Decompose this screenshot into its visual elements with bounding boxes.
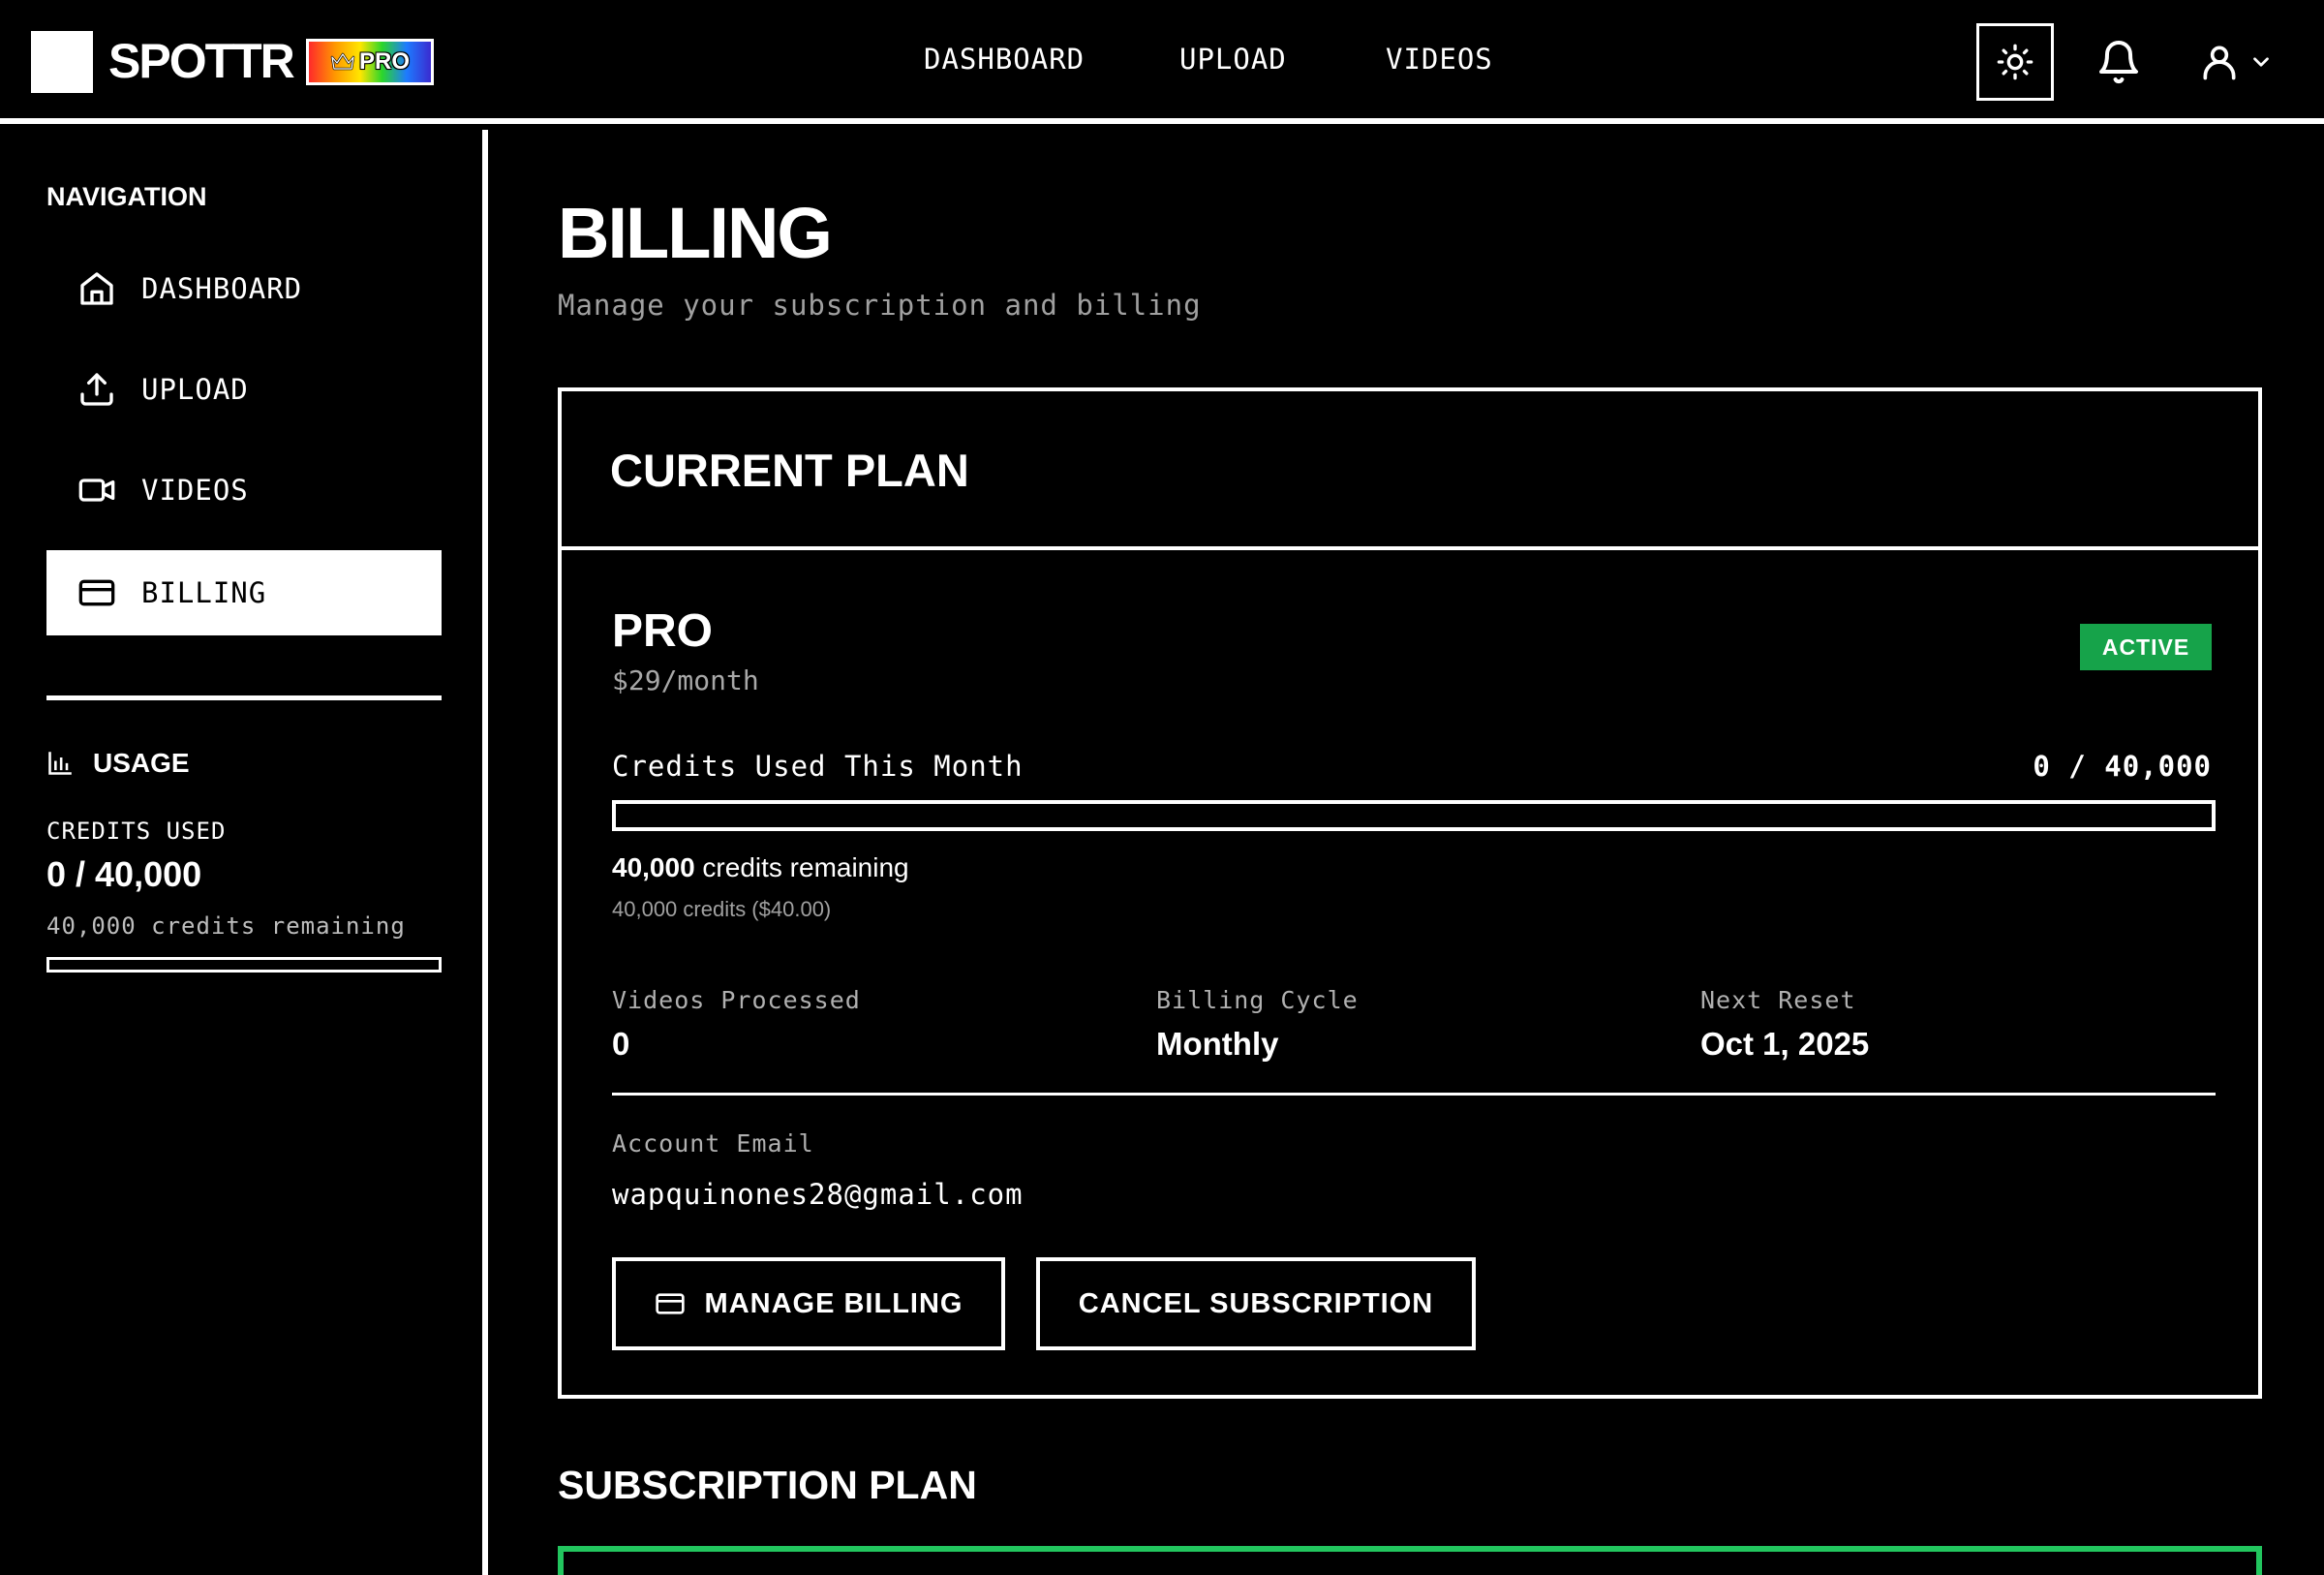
current-plan-card: CURRENT PLAN PRO $29/month ACTIVE Credit… [558,387,2262,1399]
credits-remaining-detail: 40,000 credits ($40.00) [612,897,832,921]
current-plan-header: CURRENT PLAN [562,391,2258,550]
sidebar-item-dashboard[interactable]: DASHBOARD [46,246,442,331]
stat-label: Next Reset [1700,986,1856,1014]
sidebar-item-upload[interactable]: UPLOAD [46,347,442,432]
credits-used-label: CREDITS USED [46,818,227,845]
credits-progress-bar [612,800,2216,831]
sidebar-item-label: UPLOAD [141,373,249,406]
topnav-upload[interactable]: UPLOAD [1179,43,1287,76]
crown-icon [330,52,355,71]
stats-divider [612,1093,2216,1096]
theme-toggle-button[interactable] [1976,23,2054,101]
status-badge: ACTIVE [2080,624,2212,670]
sun-icon [1997,44,2034,80]
stat-label: Videos Processed [612,986,861,1014]
stat-value: Oct 1, 2025 [1700,1026,1870,1062]
page-title: BILLING [558,193,833,273]
sidebar-item-videos[interactable]: VIDEOS [46,448,442,533]
pro-badge: PRO [306,39,434,85]
credits-remaining-summary: 40,000 credits remaining [612,852,909,883]
stat-label: Billing Cycle [1156,986,1359,1014]
video-icon [78,479,115,502]
credits-used-value: 0 / 40,000 [46,854,202,894]
manage-billing-button[interactable]: MANAGE BILLING [612,1257,1005,1350]
credits-usage-count: 0 / 40,000 [2033,750,2212,783]
credits-usage-label: Credits Used This Month [612,750,1024,783]
bar-chart-icon [48,752,72,775]
chevron-down-icon [2253,57,2269,67]
logo-icon[interactable] [31,31,93,93]
cancel-subscription-label: CANCEL SUBSCRIPTION [1078,1287,1434,1319]
subscription-plan-card [558,1546,2262,1575]
current-plan-heading: CURRENT PLAN [610,445,969,496]
plan-price: $29/month [612,664,759,696]
bell-icon[interactable] [2095,39,2142,85]
manage-billing-label: MANAGE BILLING [704,1287,963,1319]
top-bar: SPOTTR PRO DASHBOARD UPLOAD VIDEOS [0,0,2324,124]
sidebar-heading: NAVIGATION [46,182,207,211]
sidebar-item-label: BILLING [141,576,267,609]
sidebar-item-label: DASHBOARD [141,272,303,305]
sidebar-item-label: VIDEOS [141,474,249,507]
upload-icon [80,373,113,406]
credits-remaining: 40,000 credits remaining [46,912,406,940]
topnav-dashboard[interactable]: DASHBOARD [924,43,1085,76]
stat-value: Monthly [1156,1026,1279,1062]
pro-badge-label: PRO [358,48,410,75]
sidebar-divider [46,695,442,700]
credits-remaining-text: credits remaining [694,852,909,882]
usage-title: USAGE [93,748,190,778]
page-subtitle: Manage your subscription and billing [558,289,1202,322]
stat-billing-cycle: Billing Cycle Monthly [1156,986,1359,1063]
account-email-value: wapquinones28@gmail.com [612,1178,1024,1211]
cancel-subscription-button[interactable]: CANCEL SUBSCRIPTION [1036,1257,1476,1350]
usage-heading: USAGE [46,748,190,779]
account-email-label: Account Email [612,1129,814,1158]
stat-next-reset: Next Reset Oct 1, 2025 [1700,986,1869,1063]
sidebar: NAVIGATION DASHBOARD UPLOAD VIDEOS BILLI… [0,130,488,1575]
credit-card-icon [655,1293,685,1314]
credit-card-icon [78,579,115,606]
plan-name: PRO [612,605,714,657]
sidebar-item-billing[interactable]: BILLING [46,550,442,635]
sidebar-usage-bar [46,957,442,973]
stat-value: 0 [612,1026,630,1062]
credits-remaining-number: 40,000 [612,852,695,882]
user-menu-button[interactable] [2198,39,2276,85]
topnav-videos[interactable]: VIDEOS [1386,43,1493,76]
home-icon [80,272,113,305]
brand-name[interactable]: SPOTTR [108,29,295,93]
user-icon [2203,46,2236,80]
subscription-plan-heading: SUBSCRIPTION PLAN [558,1463,977,1507]
stat-videos-processed: Videos Processed 0 [612,986,861,1063]
